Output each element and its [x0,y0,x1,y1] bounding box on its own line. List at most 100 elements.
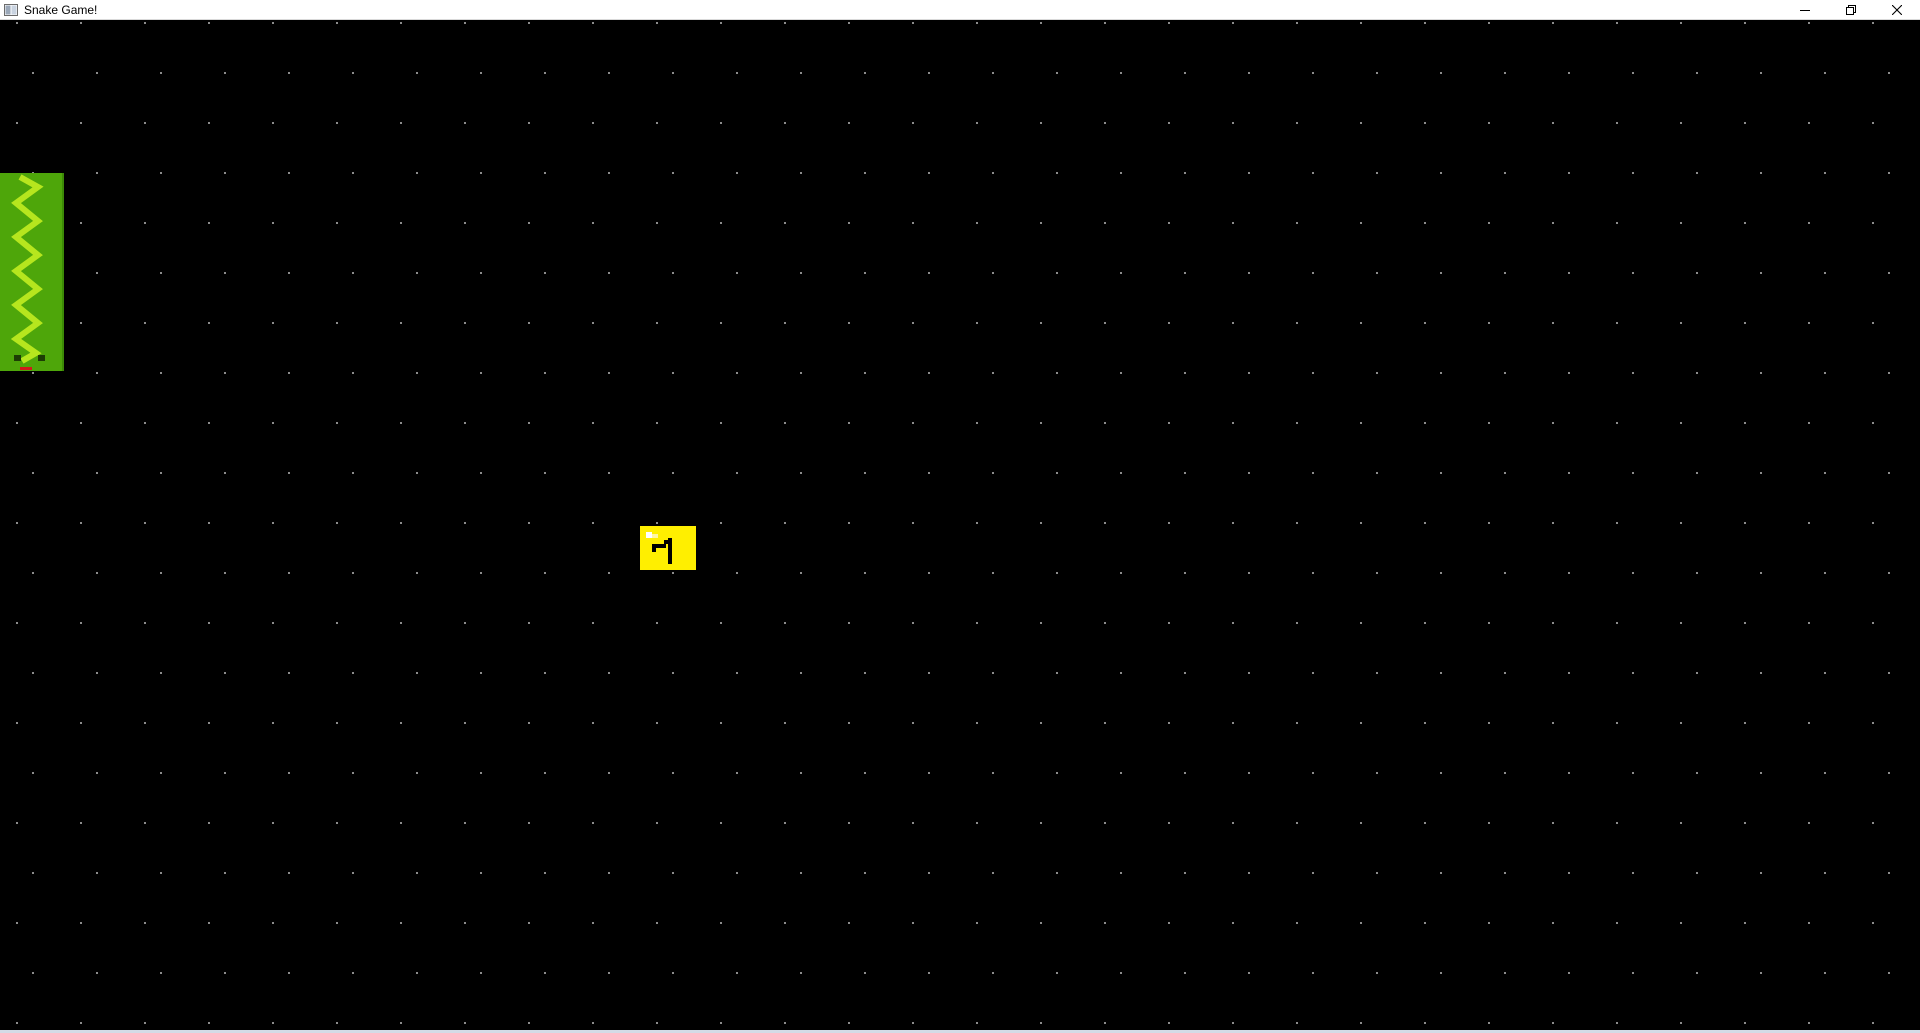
grid-dot [1488,922,1490,924]
grid-dot [1040,622,1042,624]
grid-dot [400,922,402,924]
grid-dot [1168,22,1170,24]
grid-dot [656,1022,658,1024]
grid-dot [1424,622,1426,624]
grid-dot [160,972,162,974]
grid-dot [800,272,802,274]
grid-dot [544,772,546,774]
grid-dot [1248,72,1250,74]
grid-dot [464,822,466,824]
grid-dot [272,322,274,324]
grid-dot [1888,272,1890,274]
grid-dot [416,572,418,574]
grid-dot [1632,872,1634,874]
grid-dot [1632,172,1634,174]
grid-dot [1808,922,1810,924]
maximize-button[interactable] [1828,0,1874,20]
grid-dot [1872,1022,1874,1024]
grid-dot [400,722,402,724]
grid-dot [800,672,802,674]
grid-dot [400,422,402,424]
grid-dot [1040,322,1042,324]
grid-dot [672,172,674,174]
grid-dot [720,422,722,424]
grid-dot [608,972,610,974]
grid-dot [864,572,866,574]
minimize-icon [1800,5,1810,15]
grid-dot [784,222,786,224]
grid-dot [464,422,466,424]
grid-dot [1888,72,1890,74]
grid-dot [672,672,674,674]
grid-dot [992,972,994,974]
grid-dot [464,122,466,124]
grid-dot [272,722,274,724]
grid-dot [1312,272,1314,274]
game-board[interactable] [0,20,1920,1030]
grid-dot [1632,72,1634,74]
grid-dot [400,22,402,24]
grid-dot [992,472,994,474]
grid-dot [160,772,162,774]
grid-dot [1824,772,1826,774]
grid-dot [1872,322,1874,324]
grid-dot [1808,422,1810,424]
grid-dot [1056,872,1058,874]
grid-dot [336,22,338,24]
grid-dot [592,1022,594,1024]
grid-dot [656,722,658,724]
grid-dot [1504,272,1506,274]
grid-dot [1184,872,1186,874]
grid-dot [912,1022,914,1024]
grid-dot [208,22,210,24]
grid-dot [16,22,18,24]
grid-dot [1376,172,1378,174]
grid-dot [864,272,866,274]
grid-dot [1696,272,1698,274]
grid-dot [1232,722,1234,724]
grid-dot [208,1022,210,1024]
grid-dot [1824,172,1826,174]
grid-dot [1104,522,1106,524]
grid-dot [1552,22,1554,24]
grid-dot [976,122,978,124]
grid-dot [1696,572,1698,574]
grid-dot [864,672,866,674]
grid-dot [592,622,594,624]
close-button[interactable] [1874,0,1920,20]
grid-dot [1120,172,1122,174]
grid-dot [1632,272,1634,274]
grid-dot [1552,922,1554,924]
grid-dot [1760,272,1762,274]
grid-dot [1104,1022,1106,1024]
grid-dot [1184,172,1186,174]
grid-dot [736,672,738,674]
grid-dot [1232,622,1234,624]
grid-dot [1616,922,1618,924]
grid-dot [848,122,850,124]
grid-dot [544,572,546,574]
grid-dot [848,22,850,24]
grid-dot [672,272,674,274]
grid-dot [1680,522,1682,524]
grid-dot [288,472,290,474]
grid-dot [1488,622,1490,624]
grid-dot [1888,472,1890,474]
grid-dot [848,822,850,824]
minimize-button[interactable] [1782,0,1828,20]
grid-dot [1872,522,1874,524]
grid-dot [1056,972,1058,974]
snake-tongue [20,367,32,370]
grid-dot [912,422,914,424]
grid-dot [80,22,82,24]
grid-dot [1248,172,1250,174]
title-bar[interactable]: Snake Game! [0,0,1920,20]
grid-dot [1552,422,1554,424]
grid-dot [1424,722,1426,724]
grid-dot [144,1022,146,1024]
grid-dot [400,622,402,624]
grid-dot [1744,522,1746,524]
grid-dot [848,622,850,624]
grid-dot [1360,1022,1362,1024]
grid-dot [592,122,594,124]
